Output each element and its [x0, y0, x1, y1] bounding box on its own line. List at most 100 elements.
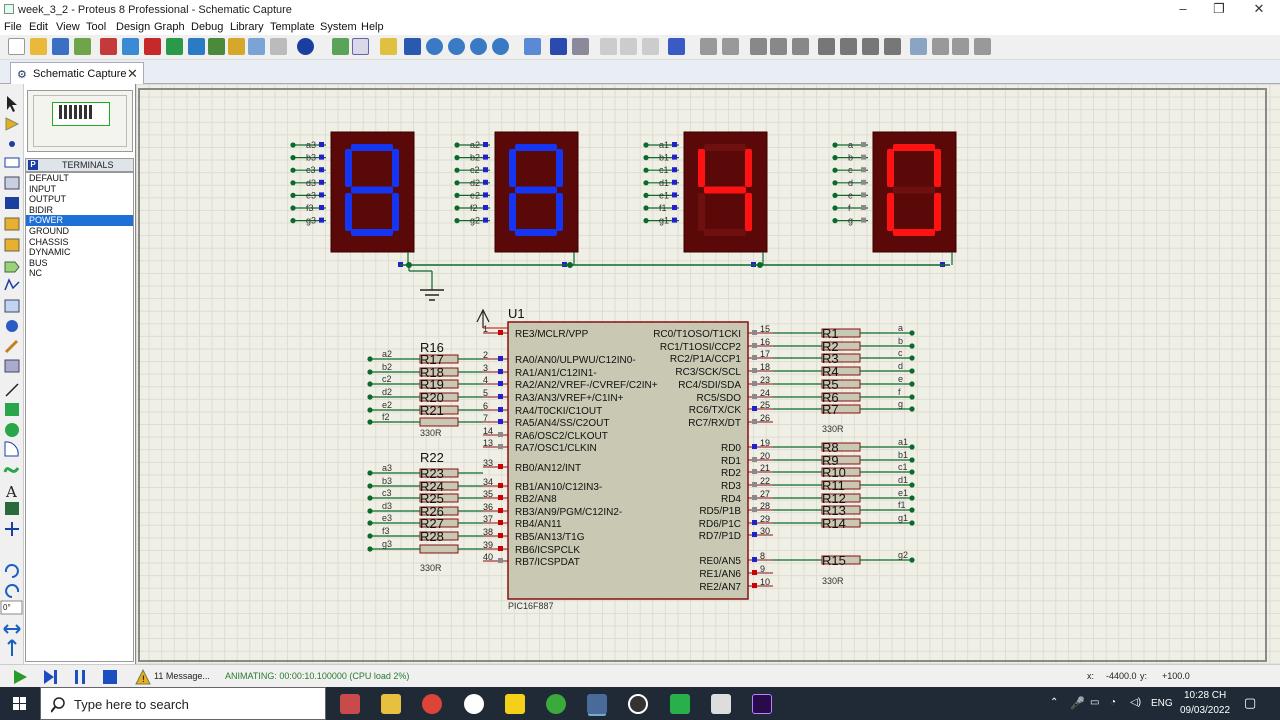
- undo-icon[interactable]: [700, 38, 717, 55]
- zoom-area-icon[interactable]: [492, 38, 509, 55]
- maximize-button[interactable]: ❐: [1200, 0, 1238, 20]
- block-rotate-icon[interactable]: [862, 38, 879, 55]
- list-item[interactable]: CHASSIS: [26, 237, 133, 248]
- zoom-all-icon[interactable]: [470, 38, 487, 55]
- menu-debug[interactable]: Debug: [191, 21, 223, 33]
- snap-icon[interactable]: [524, 38, 541, 55]
- play-button[interactable]: [12, 669, 28, 685]
- menu-template[interactable]: Template: [270, 21, 315, 33]
- tab-schematic-capture[interactable]: ⚙ Schematic Capture ✕: [10, 62, 144, 84]
- save-icon[interactable]: [52, 38, 69, 55]
- pcb-icon[interactable]: [144, 38, 161, 55]
- proteus-icon[interactable]: [587, 694, 607, 714]
- import-icon[interactable]: [74, 38, 91, 55]
- search-tag-icon[interactable]: [572, 38, 589, 55]
- list-item[interactable]: INPUT: [26, 184, 133, 195]
- wifi-icon[interactable]: ◔: [1110, 697, 1116, 708]
- zalo-icon[interactable]: [464, 694, 484, 714]
- menu-help[interactable]: Help: [361, 21, 384, 33]
- copy-icon[interactable]: [770, 38, 787, 55]
- wire-autoroute-icon[interactable]: [550, 38, 567, 55]
- netlist-icon[interactable]: [248, 38, 265, 55]
- menu-file[interactable]: File: [4, 21, 22, 33]
- remove-sheet-icon[interactable]: [642, 38, 659, 55]
- zoom-in-icon[interactable]: [426, 38, 443, 55]
- premiere-icon[interactable]: [752, 694, 772, 714]
- schematic-icon[interactable]: [122, 38, 139, 55]
- decompose-icon[interactable]: [974, 38, 991, 55]
- list-item[interactable]: NC: [26, 268, 133, 279]
- keyboard-app-icon[interactable]: [711, 694, 731, 714]
- messages-link[interactable]: 11 Message...: [154, 671, 210, 681]
- grid-toggle-icon[interactable]: [352, 38, 369, 55]
- zoom-out-icon[interactable]: [448, 38, 465, 55]
- microphone-icon[interactable]: 🎤: [1070, 696, 1085, 710]
- clock-time[interactable]: 10:28 CH: [1184, 690, 1226, 701]
- menu-edit[interactable]: Edit: [29, 21, 48, 33]
- clock-date[interactable]: 09/03/2022: [1180, 705, 1230, 716]
- app-icon: [4, 4, 14, 14]
- chrome-icon[interactable]: [422, 694, 442, 714]
- menu-design[interactable]: Design: [116, 21, 150, 33]
- make-device-icon[interactable]: [932, 38, 949, 55]
- stop-button[interactable]: [102, 669, 118, 685]
- overview-window[interactable]: [27, 90, 133, 152]
- overview-thumbnail: [59, 105, 93, 119]
- sticky-notes-icon[interactable]: [505, 694, 525, 714]
- new-file-icon[interactable]: [8, 38, 25, 55]
- file-explorer-icon[interactable]: [381, 694, 401, 714]
- greenshot-icon[interactable]: [546, 694, 566, 714]
- block-delete-icon[interactable]: [884, 38, 901, 55]
- block-move-icon[interactable]: [840, 38, 857, 55]
- close-button[interactable]: ✕: [1240, 0, 1278, 20]
- electrical-rule-check-icon[interactable]: [668, 38, 685, 55]
- origin-icon[interactable]: [380, 38, 397, 55]
- language-indicator[interactable]: ENG: [1151, 698, 1173, 709]
- list-item-selected[interactable]: POWER: [26, 215, 133, 226]
- refresh-icon[interactable]: [332, 38, 349, 55]
- minimize-button[interactable]: –: [1164, 0, 1202, 20]
- property-assign-icon[interactable]: [600, 38, 617, 55]
- pick-button[interactable]: P: [28, 160, 38, 170]
- list-item[interactable]: OUTPUT: [26, 194, 133, 205]
- taskbar-search[interactable]: Type here to search: [40, 687, 326, 720]
- menu-tool[interactable]: Tool: [86, 21, 106, 33]
- pan-icon[interactable]: [404, 38, 421, 55]
- help-icon[interactable]: [297, 38, 314, 55]
- home-icon[interactable]: [100, 38, 117, 55]
- bom-icon[interactable]: [228, 38, 245, 55]
- gerber-icon[interactable]: [166, 38, 183, 55]
- list-item[interactable]: DEFAULT: [26, 173, 133, 184]
- menu-library[interactable]: Library: [230, 21, 264, 33]
- paste-icon[interactable]: [792, 38, 809, 55]
- obs-icon[interactable]: [628, 694, 648, 714]
- tray-overflow-icon[interactable]: ⌃: [1050, 697, 1058, 708]
- design-explorer-icon[interactable]: [208, 38, 225, 55]
- notes-icon[interactable]: [270, 38, 287, 55]
- redo-icon[interactable]: [722, 38, 739, 55]
- menu-view[interactable]: View: [56, 21, 80, 33]
- pause-button[interactable]: [72, 669, 88, 685]
- step-button[interactable]: [42, 669, 58, 685]
- app-icon[interactable]: [340, 694, 360, 714]
- menu-system[interactable]: System: [320, 21, 357, 33]
- start-button[interactable]: [0, 687, 40, 720]
- list-item[interactable]: DYNAMIC: [26, 247, 133, 258]
- volume-icon[interactable]: ◁): [1130, 697, 1141, 708]
- 3d-view-icon[interactable]: [188, 38, 205, 55]
- block-copy-icon[interactable]: [818, 38, 835, 55]
- list-item[interactable]: BUS: [26, 258, 133, 269]
- new-sheet-icon[interactable]: [620, 38, 637, 55]
- notifications-icon[interactable]: ▢: [1244, 695, 1256, 711]
- pick-device-icon[interactable]: [910, 38, 927, 55]
- rotation-value[interactable]: 0°: [3, 603, 11, 612]
- battery-icon[interactable]: ▭: [1090, 697, 1099, 708]
- menu-graph[interactable]: Graph: [154, 21, 185, 33]
- cut-icon[interactable]: [750, 38, 767, 55]
- open-folder-icon[interactable]: [30, 38, 47, 55]
- list-item[interactable]: GROUND: [26, 226, 133, 237]
- list-item[interactable]: BIDIR: [26, 205, 133, 216]
- camtasia-icon[interactable]: [670, 694, 690, 714]
- tab-close-icon[interactable]: ✕: [127, 66, 138, 82]
- packaging-tool-icon[interactable]: [952, 38, 969, 55]
